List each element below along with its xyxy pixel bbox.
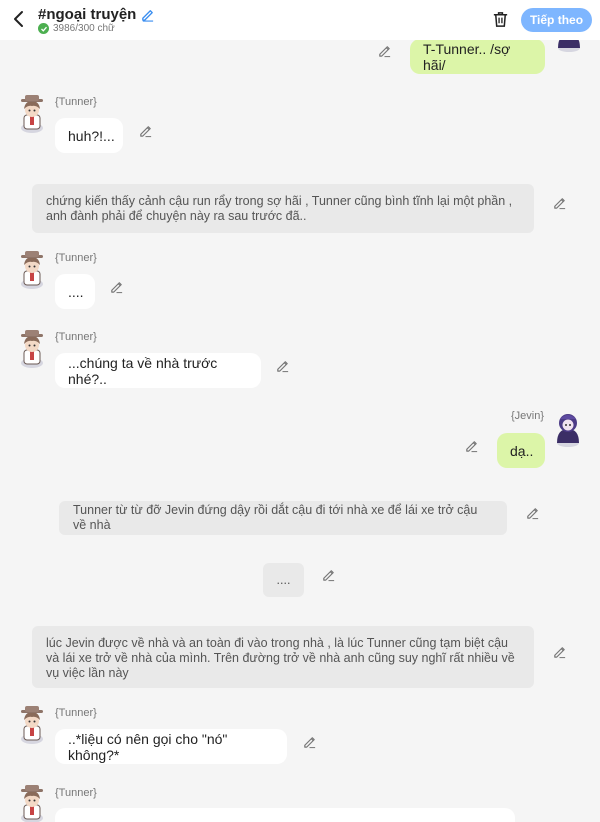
story-title[interactable]: #ngoại truyện <box>38 6 155 23</box>
narration-box[interactable]: lúc Jevin được về nhà và an toàn đi vào … <box>32 626 534 688</box>
next-button[interactable]: Tiếp theo <box>521 8 592 32</box>
edit-message-icon[interactable] <box>525 505 540 520</box>
message-bubble[interactable] <box>55 808 515 822</box>
character-name: {Tunner} <box>55 96 97 108</box>
narration-box[interactable]: .... <box>263 563 304 597</box>
narration-box[interactable]: Tunner từ từ đỡ Jevin đứng dậy rồi dắt c… <box>59 501 507 535</box>
edit-message-icon[interactable] <box>302 734 317 749</box>
character-name: {Tunner} <box>55 707 97 719</box>
edit-message-icon[interactable] <box>138 123 153 138</box>
back-arrow-icon[interactable] <box>8 8 30 30</box>
message-bubble[interactable]: ...chúng ta về nhà trước nhé?.. <box>55 353 261 388</box>
message-bubble[interactable]: .... <box>55 274 95 309</box>
jevin-avatar[interactable] <box>551 409 585 447</box>
top-bar: #ngoại truyện 3986/300 chữ Tiếp theo <box>0 0 600 40</box>
tunner-avatar[interactable] <box>15 251 49 289</box>
tunner-avatar[interactable] <box>15 95 49 133</box>
message-bubble[interactable]: ..*liệu có nên gọi cho "nó" không?* <box>55 729 287 764</box>
tunner-avatar[interactable] <box>15 785 49 822</box>
edit-message-icon[interactable] <box>275 358 290 373</box>
word-count: 3986/300 chữ <box>53 23 115 34</box>
message-bubble[interactable]: dạ.. <box>497 433 545 468</box>
narration-box[interactable]: chứng kiến thấy cảnh cậu run rẩy trong s… <box>32 184 534 233</box>
tunner-avatar[interactable] <box>15 706 49 744</box>
edit-title-icon[interactable] <box>140 7 155 22</box>
tunner-avatar[interactable] <box>15 330 49 368</box>
edit-message-icon[interactable] <box>377 43 392 58</box>
edit-message-icon[interactable] <box>321 567 336 582</box>
edit-message-icon[interactable] <box>109 279 124 294</box>
character-name: {Jevin} <box>511 410 545 422</box>
edit-message-icon[interactable] <box>552 195 567 210</box>
message-bubble[interactable]: T-Tunner.. /sợ hãi/ <box>410 39 545 74</box>
character-name: {Tunner} <box>55 787 97 799</box>
edit-message-icon[interactable] <box>552 644 567 659</box>
message-bubble[interactable]: huh?!... <box>55 118 123 153</box>
word-count-line: 3986/300 chữ <box>38 23 115 34</box>
check-icon <box>38 23 49 34</box>
character-name: {Tunner} <box>55 252 97 264</box>
edit-message-icon[interactable] <box>464 438 479 453</box>
trash-icon[interactable] <box>491 10 510 29</box>
story-title-text: #ngoại truyện <box>38 6 137 23</box>
character-name: {Tunner} <box>55 331 97 343</box>
